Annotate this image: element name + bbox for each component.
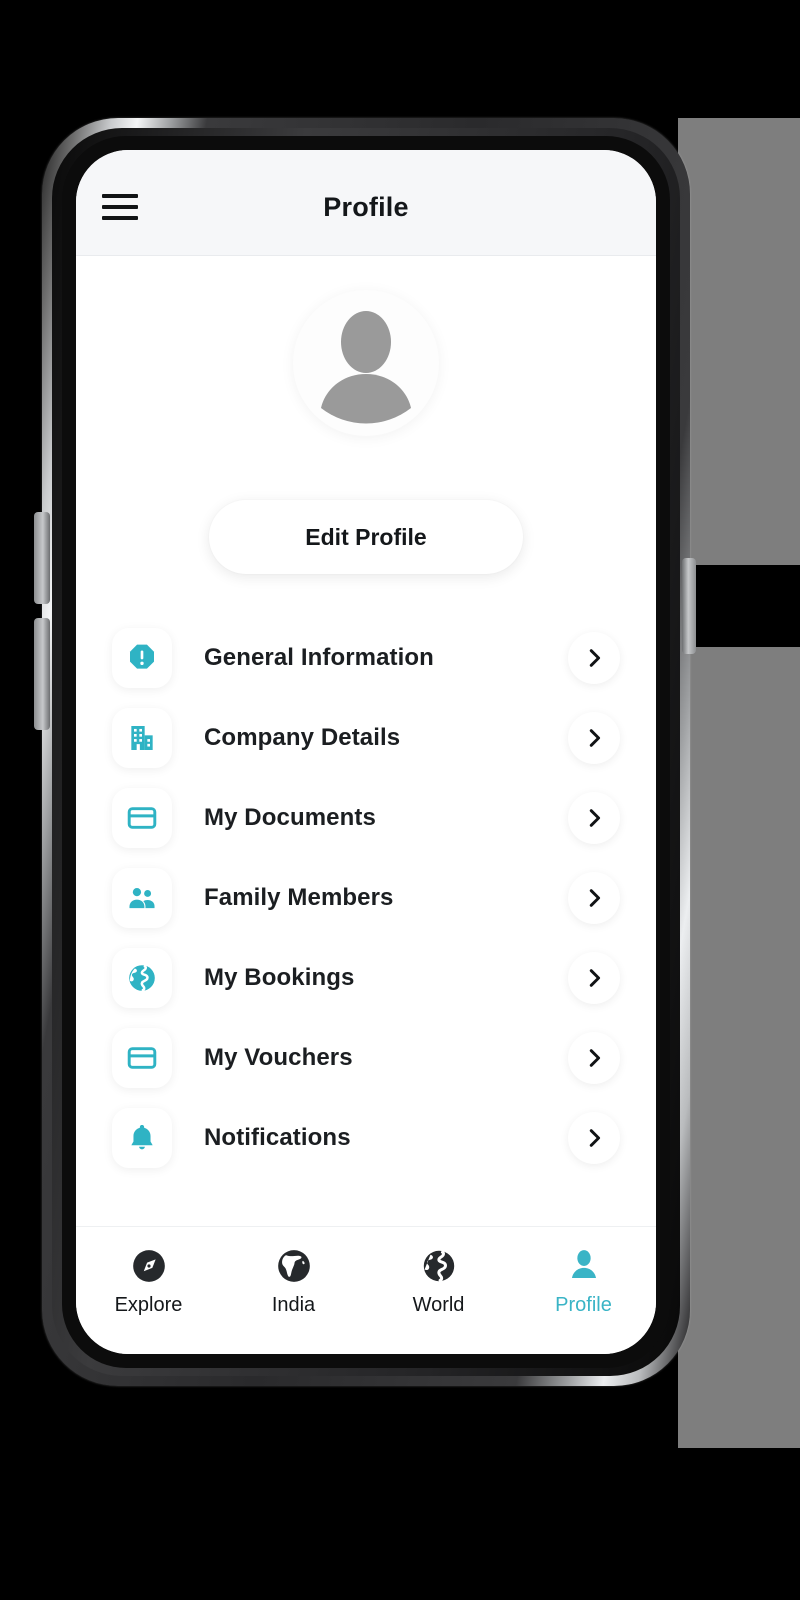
- profile-name: [76, 452, 656, 478]
- chevron-right-icon[interactable]: [568, 952, 620, 1004]
- nav-item-label: Profile: [555, 1294, 612, 1316]
- backdrop-panel: [678, 118, 800, 1448]
- nav-item-label: World: [412, 1294, 465, 1316]
- power-button[interactable]: [682, 558, 696, 654]
- menu-item-label: Notifications: [204, 1124, 351, 1151]
- chevron-right-icon[interactable]: [568, 632, 620, 684]
- india-map-icon: [277, 1250, 310, 1282]
- menu-item-label: General Information: [204, 644, 434, 671]
- hamburger-icon[interactable]: [102, 194, 138, 220]
- menu-item-company-details[interactable]: Company Details: [112, 698, 620, 778]
- nav-item-india[interactable]: India: [221, 1247, 366, 1317]
- person-icon: [571, 1250, 596, 1279]
- chevron-right-icon[interactable]: [568, 1112, 620, 1164]
- nav-item-profile[interactable]: Profile: [511, 1247, 656, 1317]
- chevron-right-icon[interactable]: [568, 712, 620, 764]
- menu-item-my-bookings[interactable]: My Bookings: [112, 938, 620, 1018]
- nav-item-label: Explore: [114, 1294, 183, 1316]
- menu-item-label: Family Members: [204, 884, 394, 911]
- menu-item-notifications[interactable]: Notifications: [112, 1098, 620, 1178]
- menu-item-label: My Bookings: [204, 964, 355, 991]
- phone-screen: Profile Edit Profile General Information…: [76, 150, 656, 1354]
- nav-item-explore[interactable]: Explore: [76, 1247, 221, 1317]
- menu-item-label: My Vouchers: [204, 1044, 353, 1071]
- menu-item-general-information[interactable]: General Information: [112, 618, 620, 698]
- bottom-navigation: Explore India World Profile: [76, 1226, 656, 1354]
- screenshot-stage: Profile Edit Profile General Information…: [0, 0, 800, 1600]
- volume-down-button[interactable]: [34, 618, 50, 730]
- chevron-right-icon[interactable]: [568, 1032, 620, 1084]
- menu-item-label: Company Details: [204, 724, 401, 751]
- card-icon: [112, 788, 172, 848]
- backdrop-cutout: [686, 565, 800, 647]
- avatar[interactable]: [293, 290, 439, 436]
- menu-item-label: My Documents: [204, 804, 376, 831]
- volume-up-button[interactable]: [34, 512, 50, 604]
- globe-icon: [423, 1250, 454, 1282]
- bell-icon: [112, 1108, 172, 1168]
- nav-item-label: India: [271, 1294, 316, 1316]
- globe-icon: [112, 948, 172, 1008]
- compass-icon: [132, 1250, 165, 1282]
- menu-item-my-vouchers[interactable]: My Vouchers: [112, 1018, 620, 1098]
- user-placeholder-avatar-icon: [321, 311, 411, 424]
- page-title: Profile: [323, 192, 409, 222]
- app-header: Profile: [76, 150, 656, 256]
- profile-menu-list: General Information Company Details My D…: [76, 618, 656, 1178]
- alert-octagon-icon: [112, 628, 172, 688]
- chevron-right-icon[interactable]: [568, 792, 620, 844]
- chevron-right-icon[interactable]: [568, 872, 620, 924]
- card-icon: [112, 1028, 172, 1088]
- profile-content: Edit Profile General Information Company…: [76, 256, 656, 1226]
- menu-item-my-documents[interactable]: My Documents: [112, 778, 620, 858]
- edit-profile-button[interactable]: Edit Profile: [209, 500, 523, 574]
- building-icon: [112, 708, 172, 768]
- people-icon: [112, 868, 172, 928]
- menu-item-family-members[interactable]: Family Members: [112, 858, 620, 938]
- nav-item-world[interactable]: World: [366, 1247, 511, 1317]
